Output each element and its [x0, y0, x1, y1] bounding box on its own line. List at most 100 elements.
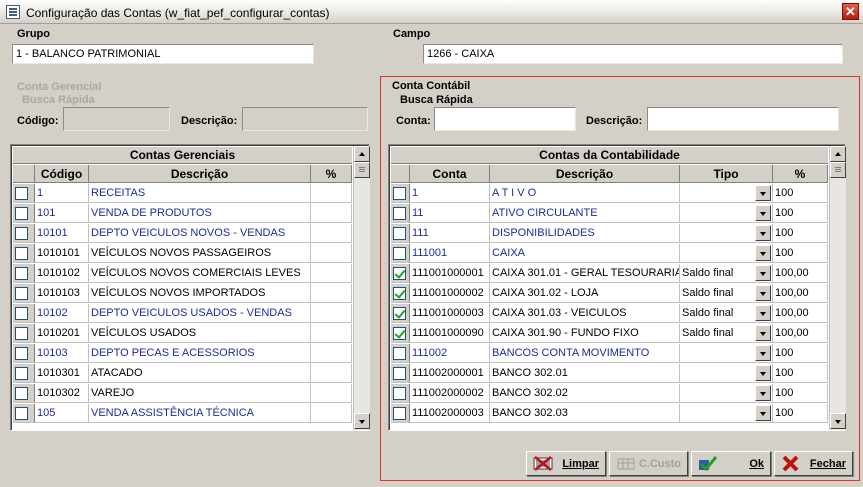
row-checkbox[interactable]	[15, 327, 28, 340]
conta-search-input[interactable]	[434, 107, 576, 131]
chevron-down-icon[interactable]	[755, 305, 771, 321]
row-checkbox[interactable]	[393, 387, 406, 400]
left-header-pct[interactable]: %	[311, 165, 352, 183]
right-table-row[interactable]: 111001000003 CAIXA 301.03 - VEICULOS Saldo…	[391, 304, 828, 324]
right-row-descricao[interactable]: CAIXA 301.02 - LOJA	[490, 284, 680, 303]
row-checkbox[interactable]	[15, 347, 28, 360]
left-table-row[interactable]: 1010201 VEÍCULOS USADOS	[13, 324, 352, 344]
left-row-codigo[interactable]: 1010103	[35, 284, 89, 303]
right-table-row[interactable]: 111001000090 CAIXA 301.90 - FUNDO FIXO Sal…	[391, 324, 828, 344]
fechar-button[interactable]: Fechar	[774, 451, 853, 476]
chevron-down-icon[interactable]	[755, 245, 771, 261]
row-checkbox[interactable]	[393, 227, 406, 240]
right-row-descricao[interactable]: A T I V O	[490, 184, 680, 203]
window-close-button[interactable]: ✕	[842, 3, 859, 20]
right-table-row[interactable]: 111002000001 BANCO 302.01 100	[391, 364, 828, 384]
left-row-descricao[interactable]: DEPTO VEICULOS NOVOS - VENDAS	[89, 224, 311, 243]
left-row-codigo[interactable]: 1010102	[35, 264, 89, 283]
left-row-codigo[interactable]: 1	[35, 184, 89, 203]
left-row-descricao[interactable]: VEÍCULOS NOVOS COMERCIAIS LEVES	[89, 264, 311, 283]
chevron-down-icon[interactable]	[755, 405, 771, 421]
right-row-conta[interactable]: 111001	[410, 244, 490, 263]
left-scroll-down-button[interactable]	[354, 413, 370, 429]
right-row-conta[interactable]: 111001000003	[410, 304, 490, 323]
ok-button[interactable]: Ok	[691, 451, 771, 476]
left-row-pct-input[interactable]	[311, 324, 352, 343]
left-row-descricao[interactable]: VENDA ASSISTÊNCIA TÉCNICA	[89, 404, 311, 423]
right-row-conta[interactable]: 111001000090	[410, 324, 490, 343]
right-row-pct-input[interactable]: 100,00	[773, 284, 828, 303]
left-row-pct-input[interactable]	[311, 364, 352, 383]
left-row-codigo[interactable]: 10101	[35, 224, 89, 243]
right-row-descricao[interactable]: BANCOS CONTA MOVIMENTO	[490, 344, 680, 363]
chevron-down-icon[interactable]	[755, 185, 771, 201]
left-row-pct-input[interactable]	[311, 244, 352, 263]
left-table-row[interactable]: 1010101 VEÍCULOS NOVOS PASSAGEIROS	[13, 244, 352, 264]
row-checkbox[interactable]	[15, 387, 28, 400]
row-checkbox[interactable]	[15, 187, 28, 200]
left-row-pct-input[interactable]	[311, 184, 352, 203]
codigo-search-input[interactable]	[63, 107, 170, 131]
contabil-descricao-search-input[interactable]	[647, 107, 839, 131]
right-table-row[interactable]: 111001 CAIXA 100	[391, 244, 828, 264]
grupo-field[interactable]: 1 - BALANCO PATRIMONIAL	[12, 44, 314, 64]
left-scrollbar[interactable]	[353, 146, 370, 430]
left-row-pct-input[interactable]	[311, 264, 352, 283]
left-table-row[interactable]: 1 RECEITAS	[13, 184, 352, 204]
right-row-pct-input[interactable]: 100	[773, 404, 828, 423]
right-row-pct-input[interactable]: 100	[773, 244, 828, 263]
left-row-descricao[interactable]: VAREJO	[89, 384, 311, 403]
right-row-conta[interactable]: 111001000002	[410, 284, 490, 303]
row-checkbox[interactable]	[393, 367, 406, 380]
left-row-codigo[interactable]: 1010302	[35, 384, 89, 403]
row-checkbox[interactable]	[15, 287, 28, 300]
right-table-row[interactable]: 1A T I V O 100	[391, 184, 828, 204]
right-scroll-up-button[interactable]	[830, 146, 846, 162]
right-row-tipo-select[interactable]	[680, 344, 773, 363]
right-row-conta[interactable]: 11	[410, 204, 490, 223]
right-row-tipo-select[interactable]	[680, 204, 773, 223]
row-checkbox[interactable]	[393, 207, 406, 220]
right-row-tipo-select[interactable]	[680, 224, 773, 243]
row-checkbox[interactable]	[393, 267, 406, 280]
left-row-descricao[interactable]: VEÍCULOS USADOS	[89, 324, 311, 343]
left-row-codigo[interactable]: 1010201	[35, 324, 89, 343]
left-row-pct-input[interactable]	[311, 204, 352, 223]
right-row-descricao[interactable]: CAIXA 301.01 - GERAL TESOURARIA	[490, 264, 680, 283]
left-row-descricao[interactable]: VEÍCULOS NOVOS IMPORTADOS	[89, 284, 311, 303]
right-row-tipo-select[interactable]: Saldo final	[680, 264, 773, 283]
row-checkbox[interactable]	[15, 307, 28, 320]
right-table-row[interactable]: 111002000002 BANCO 302.02 100	[391, 384, 828, 404]
right-row-pct-input[interactable]: 100	[773, 224, 828, 243]
right-scroll-thumb[interactable]	[830, 162, 846, 178]
row-checkbox[interactable]	[393, 347, 406, 360]
campo-field[interactable]: 1266 - CAIXA	[423, 44, 843, 64]
right-row-conta[interactable]: 111001000001	[410, 264, 490, 283]
right-row-conta[interactable]: 1	[410, 184, 490, 203]
right-row-pct-input[interactable]: 100,00	[773, 304, 828, 323]
row-checkbox[interactable]	[15, 247, 28, 260]
right-row-conta[interactable]: 111002	[410, 344, 490, 363]
left-table-row[interactable]: 105 VENDA ASSISTÊNCIA TÉCNICA	[13, 404, 352, 424]
chevron-down-icon[interactable]	[755, 365, 771, 381]
left-table-row[interactable]: 10101 DEPTO VEICULOS NOVOS - VENDAS	[13, 224, 352, 244]
right-row-descricao[interactable]: DISPONIBILIDADES	[490, 224, 680, 243]
gerencial-descricao-search-input[interactable]	[242, 107, 368, 131]
right-row-pct-input[interactable]: 100	[773, 364, 828, 383]
right-row-descricao[interactable]: BANCO 302.03	[490, 404, 680, 423]
left-table-row[interactable]: 10102 DEPTO VEICULOS USADOS - VENDAS	[13, 304, 352, 324]
right-row-tipo-select[interactable]	[680, 404, 773, 423]
left-row-codigo[interactable]: 101	[35, 204, 89, 223]
left-table-row[interactable]: 1010102 VEÍCULOS NOVOS COMERCIAIS LEVES	[13, 264, 352, 284]
left-scroll-up-button[interactable]	[354, 146, 370, 162]
right-row-pct-input[interactable]: 100	[773, 184, 828, 203]
right-row-conta[interactable]: 111002000002	[410, 384, 490, 403]
right-row-pct-input[interactable]: 100,00	[773, 264, 828, 283]
right-row-pct-input[interactable]: 100	[773, 344, 828, 363]
row-checkbox[interactable]	[15, 407, 28, 420]
right-table-row[interactable]: 111001000002 CAIXA 301.02 - LOJA Saldo fin…	[391, 284, 828, 304]
left-row-descricao[interactable]: VENDA DE PRODUTOS	[89, 204, 311, 223]
left-row-descricao[interactable]: DEPTO VEICULOS USADOS - VENDAS	[89, 304, 311, 323]
right-row-tipo-select[interactable]	[680, 364, 773, 383]
right-table-row[interactable]: 11 ATIVO CIRCULANTE 100	[391, 204, 828, 224]
